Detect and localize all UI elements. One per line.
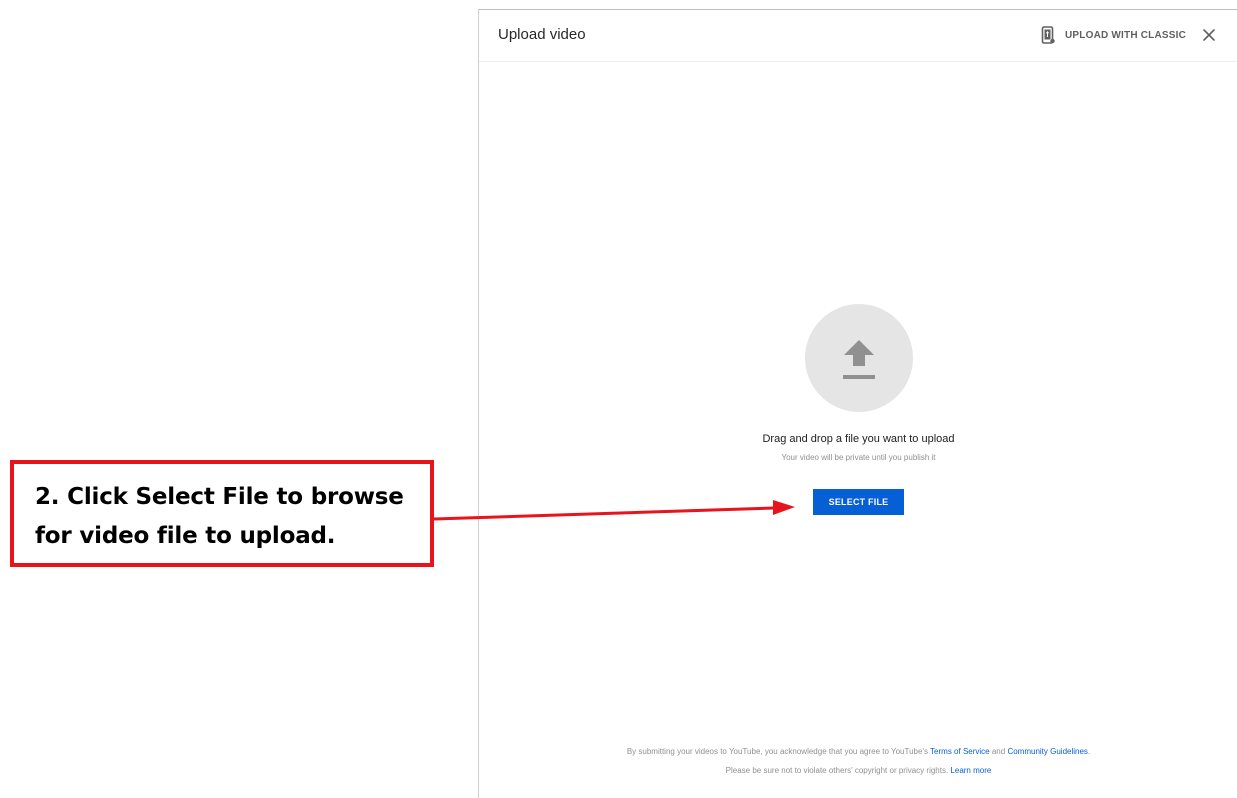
learn-more-link[interactable]: Learn more <box>950 766 991 775</box>
private-notice-text: Your video will be private until you pub… <box>781 453 936 462</box>
dialog-title: Upload video <box>498 26 586 43</box>
upload-drop-zone[interactable] <box>805 304 913 412</box>
dialog-header: Upload video UPLOAD WITH CLASSIC <box>479 10 1237 62</box>
instruction-callout: 2. Click Select File to browse for video… <box>10 460 434 567</box>
phone-upload-icon <box>1041 25 1055 45</box>
upload-with-classic-label: UPLOAD WITH CLASSIC <box>1065 29 1187 41</box>
community-guidelines-link[interactable]: Community Guidelines <box>1007 747 1087 756</box>
terms-of-service-link[interactable]: Terms of Service <box>930 747 990 756</box>
drag-drop-text: Drag and drop a file you want to upload <box>762 433 955 445</box>
footer-prefix: By submitting your videos to YouTube, yo… <box>626 747 928 756</box>
callout-line-2: for video file to upload. <box>35 523 336 549</box>
close-icon[interactable] <box>1202 28 1216 42</box>
callout-line-1: 2. Click Select File to browse <box>35 484 404 510</box>
footer-copyright-notice: Please be sure not to violate others' co… <box>725 766 949 775</box>
footer-copyright-text: Please be sure not to violate others' co… <box>479 766 1237 775</box>
upload-dialog: Upload video UPLOAD WITH CLASSIC Drag an… <box>478 9 1237 798</box>
footer-and: and <box>991 747 1006 756</box>
footer-suffix: . <box>1087 747 1091 756</box>
callout-text: 2. Click Select File to browse for video… <box>35 478 430 556</box>
upload-arrow-icon <box>843 340 875 379</box>
footer-terms-text: By submitting your videos to YouTube, yo… <box>479 747 1237 756</box>
upload-with-classic-button[interactable]: UPLOAD WITH CLASSIC <box>1041 24 1186 46</box>
select-file-button[interactable]: SELECT FILE <box>813 489 904 515</box>
